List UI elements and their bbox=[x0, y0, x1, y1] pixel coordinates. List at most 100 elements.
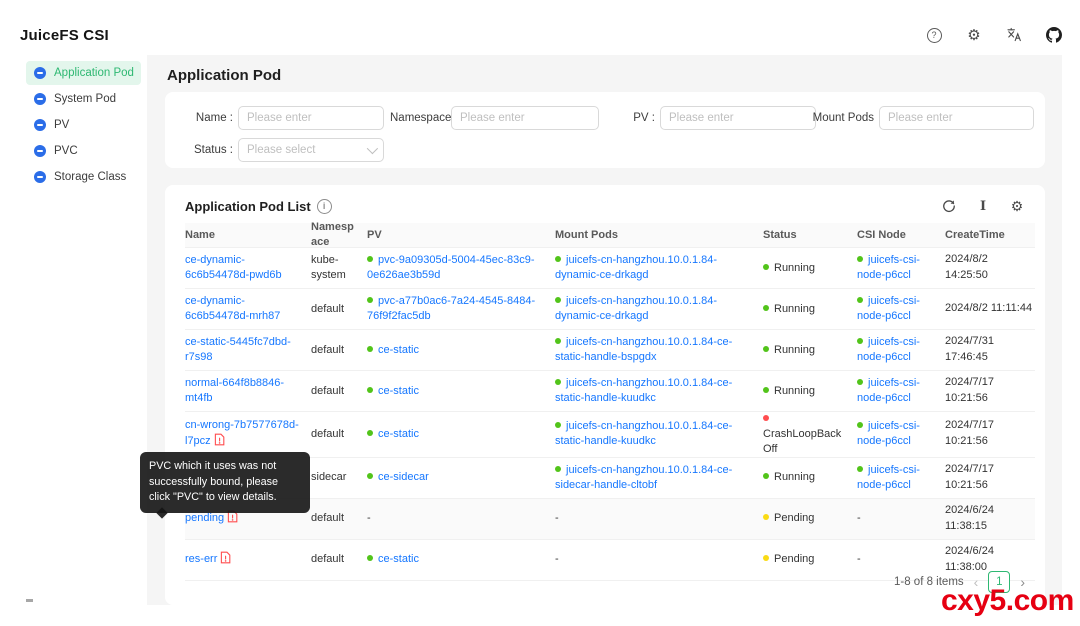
pv-input[interactable] bbox=[660, 106, 816, 130]
pod-icon bbox=[34, 67, 46, 79]
mount-pods-input[interactable] bbox=[879, 106, 1034, 130]
namespace-cell: kube-system bbox=[311, 253, 367, 283]
col-header-name: Name bbox=[185, 228, 311, 243]
csi-node-link[interactable]: juicefs-csi-node-p6ccl bbox=[857, 420, 920, 447]
namespace-input[interactable] bbox=[451, 106, 599, 130]
header-icons: ? ⚙ bbox=[926, 27, 1062, 43]
pvc-warning-icon[interactable] bbox=[214, 433, 225, 451]
status-badge: Running bbox=[774, 262, 815, 274]
status-dot bbox=[367, 256, 373, 262]
createtime-cell: 2024/7/3117:46:45 bbox=[945, 334, 1035, 366]
sidebar: Application Pod System Pod PV PVC Storag… bbox=[20, 55, 147, 605]
csi-node-cell: juicefs-csi-node-p6ccl bbox=[857, 463, 945, 493]
csi-node-cell: - bbox=[857, 511, 945, 526]
app-logo: JuiceFS CSI bbox=[20, 27, 109, 44]
status-dot bbox=[857, 466, 863, 472]
pv-cell: ce-static bbox=[367, 427, 555, 442]
status-badge: Running bbox=[774, 471, 815, 483]
csi-node-link[interactable]: juicefs-csi-node-p6ccl bbox=[857, 464, 920, 491]
createtime-cell: 2024/7/1710:21:56 bbox=[945, 375, 1035, 407]
status-cell: Running bbox=[763, 261, 857, 276]
mount-pod-link[interactable]: juicefs-cn-hangzhou.10.0.1.84-ce-sidecar… bbox=[555, 464, 732, 491]
createtime-cell: 2024/7/1710:21:56 bbox=[945, 462, 1035, 494]
status-dot bbox=[857, 379, 863, 385]
status-dot bbox=[857, 338, 863, 344]
createtime-cell: 2024/7/1710:21:56 bbox=[945, 418, 1035, 450]
sidebar-item-label: Storage Class bbox=[54, 171, 126, 183]
info-icon[interactable]: i bbox=[317, 199, 332, 214]
status-dot bbox=[763, 387, 769, 393]
pod-name-link[interactable]: normal-664f8b8846-mt4fb bbox=[185, 377, 284, 404]
status-dot bbox=[367, 297, 373, 303]
translate-icon[interactable] bbox=[1006, 27, 1022, 43]
col-header-createtime: CreateTime bbox=[945, 228, 1035, 243]
status-dot bbox=[763, 346, 769, 352]
pod-name-link[interactable]: cn-wrong-7b7577678d-l7pcz bbox=[185, 419, 299, 447]
pod-name-link[interactable]: ce-static-5445fc7dbd-r7s98 bbox=[185, 336, 291, 363]
csi-node-link[interactable]: juicefs-csi-node-p6ccl bbox=[857, 336, 920, 363]
status-cell: Pending bbox=[763, 511, 857, 526]
status-dot bbox=[763, 415, 769, 421]
col-header-namespace: Namespace bbox=[311, 220, 367, 250]
sidebar-item-pvc[interactable]: PVC bbox=[26, 139, 141, 163]
mount-pods-cell: juicefs-cn-hangzhou.10.0.1.84-ce-static-… bbox=[555, 335, 763, 365]
column-height-icon[interactable]: I bbox=[975, 198, 991, 214]
name-input[interactable] bbox=[238, 106, 384, 130]
reload-icon[interactable] bbox=[941, 198, 957, 214]
status-dot bbox=[555, 379, 561, 385]
mount-pod-link[interactable]: juicefs-cn-hangzhou.10.0.1.84-ce-static-… bbox=[555, 377, 732, 404]
table-row: ce-dynamic-6c6b54478d-pwd6b kube-system … bbox=[185, 248, 1035, 289]
github-icon[interactable] bbox=[1046, 27, 1062, 43]
status-dot bbox=[857, 297, 863, 303]
status-cell: Running bbox=[763, 470, 857, 485]
mount-pods-cell: - bbox=[555, 552, 763, 567]
csi-node-link[interactable]: juicefs-csi-node-p6ccl bbox=[857, 254, 920, 281]
pv-link[interactable]: ce-static bbox=[378, 385, 419, 397]
pv-link[interactable]: ce-static bbox=[378, 344, 419, 356]
pod-name-link[interactable]: ce-dynamic-6c6b54478d-mrh87 bbox=[185, 295, 280, 322]
pvc-warning-icon[interactable] bbox=[220, 551, 231, 569]
scrubber-artifact bbox=[26, 599, 33, 602]
help-icon[interactable]: ? bbox=[926, 27, 942, 43]
settings-gear-icon[interactable]: ⚙ bbox=[966, 27, 982, 43]
pv-link[interactable]: ce-static bbox=[378, 428, 419, 440]
pod-name-link[interactable]: ce-dynamic-6c6b54478d-pwd6b bbox=[185, 254, 282, 281]
filter-mount-pods: Mount Pods bbox=[810, 106, 1034, 130]
table-card: Application Pod List i I ⚙ Name Namespac… bbox=[165, 185, 1045, 605]
pv-cell: pvc-a77b0ac6-7a24-4545-8484-76f9f2fac5db bbox=[367, 294, 555, 324]
pod-name-link[interactable]: res-err bbox=[185, 553, 217, 565]
mount-pod-link[interactable]: juicefs-cn-hangzhou.10.0.1.84-ce-static-… bbox=[555, 336, 732, 363]
mount-pod-link[interactable]: juicefs-cn-hangzhou.10.0.1.84-ce-static-… bbox=[555, 420, 732, 447]
status-badge: CrashLoopBackOff bbox=[763, 428, 841, 455]
filter-namespace: Namespace bbox=[390, 106, 599, 130]
table-row: ce-static-5445fc7dbd-r7s98 default ce-st… bbox=[185, 330, 1035, 371]
column-settings-icon[interactable]: ⚙ bbox=[1009, 198, 1025, 214]
filter-card: Name : Namespace PV : Mount Pods Status … bbox=[165, 92, 1045, 168]
createtime-cell: 2024/6/2411:38:15 bbox=[945, 503, 1035, 535]
pod-name-link[interactable]: pending bbox=[185, 512, 224, 524]
col-header-pv: PV bbox=[367, 228, 555, 243]
status-select[interactable]: Please select bbox=[238, 138, 384, 162]
sidebar-item-application-pod[interactable]: Application Pod bbox=[26, 61, 141, 85]
mount-pod-link[interactable]: juicefs-cn-hangzhou.10.0.1.84-dynamic-ce… bbox=[555, 295, 717, 322]
mount-pod-link[interactable]: juicefs-cn-hangzhou.10.0.1.84-dynamic-ce… bbox=[555, 254, 717, 281]
pv-link[interactable]: pvc-a77b0ac6-7a24-4545-8484-76f9f2fac5db bbox=[367, 295, 535, 322]
pv-cell: - bbox=[367, 511, 555, 526]
sidebar-item-system-pod[interactable]: System Pod bbox=[26, 87, 141, 111]
pv-link[interactable]: pvc-9a09305d-5004-45ec-83c9-0e626ae3b59d bbox=[367, 254, 535, 281]
sidebar-item-pv[interactable]: PV bbox=[26, 113, 141, 137]
pv-link[interactable]: ce-sidecar bbox=[378, 471, 429, 483]
pv-cell: pvc-9a09305d-5004-45ec-83c9-0e626ae3b59d bbox=[367, 253, 555, 283]
filter-pv: PV : bbox=[621, 106, 816, 130]
sidebar-item-label: Application Pod bbox=[54, 67, 134, 79]
pod-icon bbox=[34, 93, 46, 105]
namespace-cell: default bbox=[311, 552, 367, 567]
csi-node-link[interactable]: juicefs-csi-node-p6ccl bbox=[857, 295, 920, 322]
col-header-csi-node: CSI Node bbox=[857, 228, 945, 243]
pv-link[interactable]: ce-static bbox=[378, 553, 419, 565]
sidebar-item-storage-class[interactable]: Storage Class bbox=[26, 165, 141, 189]
csi-node-link[interactable]: juicefs-csi-node-p6ccl bbox=[857, 377, 920, 404]
csi-node-cell: juicefs-csi-node-p6ccl bbox=[857, 376, 945, 406]
createtime-cell: 2024/8/214:25:50 bbox=[945, 252, 1035, 284]
table-row: normal-664f8b8846-mt4fb default ce-stati… bbox=[185, 371, 1035, 412]
